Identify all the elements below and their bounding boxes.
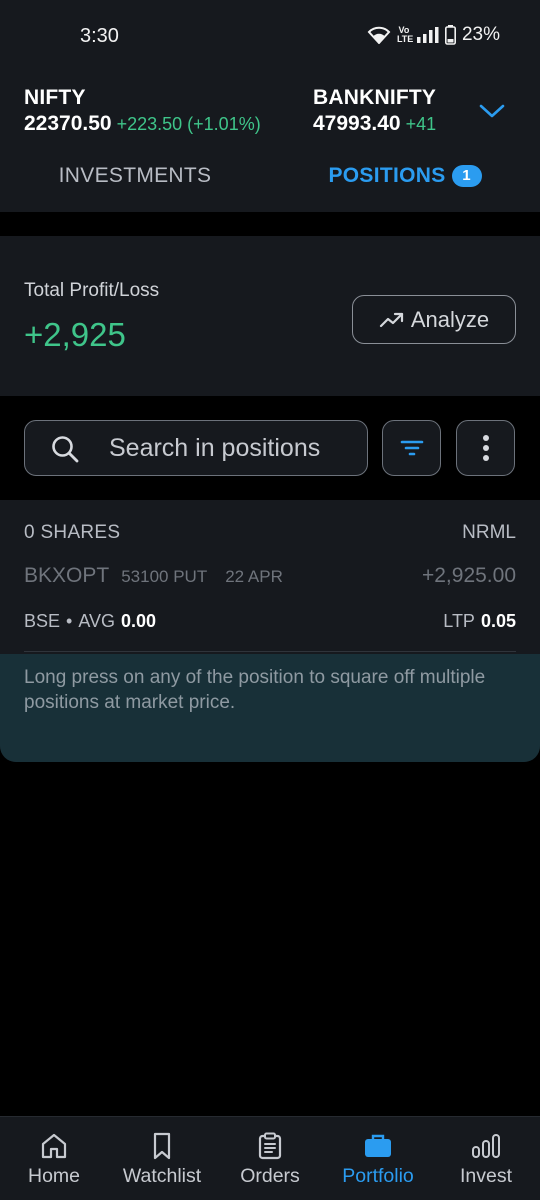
portfolio-tabs: INVESTMENTS POSITIONS 1 [0,156,540,296]
more-options-button[interactable] [456,420,515,476]
tab-positions[interactable]: POSITIONS 1 [270,156,540,212]
nav-watchlist[interactable]: Watchlist [108,1117,216,1200]
nav-orders[interactable]: Orders [216,1117,324,1200]
bottom-navigation: Home Watchlist Orders Portfolio Invest [0,1116,540,1200]
position-exchange-avg: BSE • AVG 0.00 [24,611,156,632]
more-vertical-icon [482,435,489,461]
position-card[interactable]: 0 SHARES NRML BKXOPT 53100 PUT 22 APR +2,9… [0,500,540,762]
nav-orders-label: Orders [240,1165,300,1187]
battery-icon [444,25,456,45]
index-name: NIFTY [24,86,86,109]
trending-up-icon [379,312,403,327]
index-name: BANKNIFTY [313,86,437,109]
positions-count-badge: 1 [451,165,482,187]
avg-value: 0.00 [121,611,157,631]
avg-label: AVG [78,611,116,631]
market-header: NIFTY 22370.50 +223.50 (+1.01%) BANKNIFTY… [0,72,540,296]
tab-investments[interactable]: INVESTMENTS [0,156,270,212]
position-exchange: BSE [24,611,61,631]
search-box[interactable] [24,420,368,476]
nav-watchlist-label: Watchlist [122,1165,202,1187]
status-icons: Vo LTE 23% [367,24,500,46]
index-value: 22370.50 [24,112,112,135]
position-pnl: +2,925.00 [421,564,516,587]
nav-invest-label: Invest [459,1165,513,1187]
position-strike: 53100 PUT [121,567,208,586]
signal-icon [416,27,439,43]
position-shares: 0 SHARES [24,522,121,543]
status-time: 3:30 [80,25,119,47]
index-change: +223.50 (+1.01%) [116,114,261,134]
total-pl-value: +2,925 [24,316,126,353]
battery-percent: 23% [461,24,500,45]
nav-portfolio[interactable]: Portfolio [324,1117,432,1200]
index-value: 47993.40 [313,112,401,135]
tab-positions-label: POSITIONS [328,164,446,187]
nav-portfolio-label: Portfolio [342,1165,414,1187]
square-off-hint: Long press on any of the position to squ… [0,654,540,762]
separator-dot: • [66,611,73,631]
nav-home-label: Home [27,1165,81,1187]
filter-icon [400,440,423,456]
ltp-label: LTP [443,611,475,631]
bar-chart-icon [472,1134,500,1158]
nav-home[interactable]: Home [0,1117,108,1200]
home-icon [41,1133,67,1159]
divider [24,651,516,652]
chevron-down-icon[interactable] [478,102,506,120]
position-instrument: BKXOPT 53100 PUT 22 APR [24,564,283,588]
position-product: NRML [462,522,516,543]
analyze-label: Analyze [410,306,490,332]
tab-investments-label: INVESTMENTS [58,164,212,187]
search-input[interactable] [109,433,359,463]
index-nifty[interactable]: NIFTY 22370.50 +223.50 (+1.01%) [24,86,261,136]
search-toolbar [0,396,540,500]
clipboard-icon [258,1132,282,1160]
position-ltp: LTP 0.05 [443,611,516,632]
index-change: +41 [405,114,437,134]
volte-indicator: Vo LTE [396,25,414,44]
status-bar: 3:30 Vo LTE 23% [0,0,540,72]
total-pl-label: Total Profit/Loss [24,280,160,301]
wifi-icon [367,26,391,44]
search-icon [52,436,79,463]
analyze-button[interactable]: Analyze [352,295,516,344]
position-expiry: 22 APR [225,567,283,586]
nav-invest[interactable]: Invest [432,1117,540,1200]
profit-loss-card: Total Profit/Loss +2,925 Analyze [0,236,540,396]
bookmark-icon [153,1132,171,1160]
ltp-value: 0.05 [480,611,516,631]
filter-button[interactable] [382,420,441,476]
position-symbol: BKXOPT [24,564,110,587]
index-banknifty[interactable]: BANKNIFTY 47993.40 +41 [313,86,436,136]
briefcase-icon [365,1134,391,1157]
